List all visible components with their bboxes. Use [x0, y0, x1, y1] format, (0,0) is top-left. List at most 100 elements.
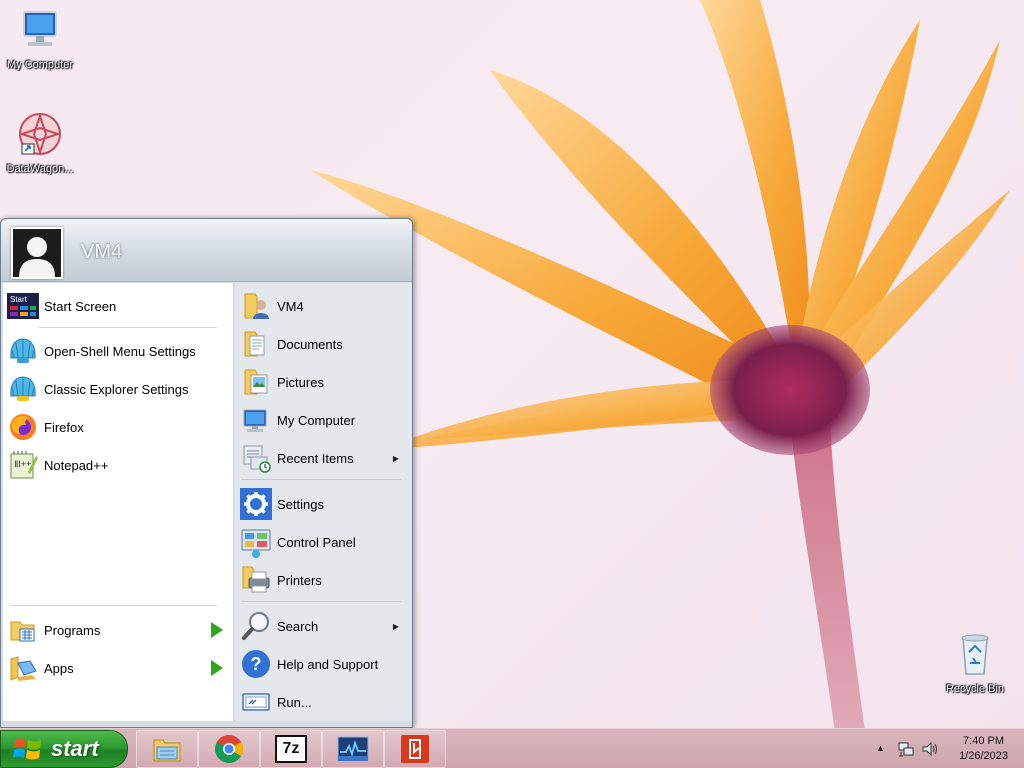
menu-item-label: Documents — [277, 336, 343, 352]
menu-item-pictures[interactable]: Pictures — [239, 365, 409, 399]
firefox-icon — [7, 411, 39, 443]
start-label: start — [51, 736, 99, 761]
menu-item-settings[interactable]: Settings — [239, 487, 409, 521]
svg-text:ⅡI++: ⅡI++ — [14, 459, 31, 469]
clock-date: 1/26/2023 — [959, 750, 1008, 762]
menu-item-firefox[interactable]: Firefox — [7, 410, 231, 444]
start-menu-left-pane: Start Start Screen Open-Shell Menu Setti… — [3, 283, 233, 721]
shell-icon — [7, 335, 39, 367]
file-explorer-icon — [153, 739, 181, 762]
documents-folder-icon — [239, 327, 273, 361]
start-menu-header: VM4 — [1, 219, 412, 282]
menu-item-label: VM4 — [277, 298, 304, 314]
menu-item-label: My Computer — [277, 412, 356, 428]
desktop-icon-my-computer[interactable]: My Computer — [0, 8, 80, 71]
menu-item-recent-items[interactable]: Recent Items ▶ — [239, 441, 409, 475]
menu-item-open-shell-settings[interactable]: Open-Shell Menu Settings — [7, 334, 231, 368]
system-clock[interactable]: 7:40 PM 1/26/2023 — [959, 734, 1008, 764]
taskbar-file-explorer[interactable] — [136, 730, 198, 768]
menu-item-programs[interactable]: Programs — [7, 613, 231, 647]
start-menu: VM4 Start Start Screen Open-Shell Menu S… — [0, 218, 413, 728]
menu-item-control-panel[interactable]: Control Panel — [239, 525, 409, 559]
menu-item-label: Printers — [277, 572, 322, 588]
recycle-bin-icon — [961, 634, 989, 675]
run-icon — [239, 685, 273, 719]
recent-items-icon — [239, 441, 273, 475]
menu-item-notepad-plus-plus[interactable]: ⅡI++ Notepad++ — [7, 448, 231, 482]
taskbar-task-manager[interactable] — [322, 730, 384, 768]
show-hidden-icons-icon[interactable]: ▲ — [876, 743, 885, 753]
submenu-arrow-icon: ▶ — [392, 453, 399, 463]
desktop-icon-label: My Computer — [6, 59, 74, 71]
menu-item-help-and-support[interactable]: ? Help and Support — [239, 647, 409, 681]
menu-item-label: Notepad++ — [44, 457, 109, 473]
pictures-folder-icon — [239, 365, 273, 399]
submenu-arrow-icon: ▶ — [392, 621, 399, 631]
svg-text:?: ? — [251, 654, 262, 674]
menu-item-label: Help and Support — [277, 656, 379, 672]
menu-item-search[interactable]: Search ▶ — [239, 609, 409, 643]
menu-item-label: Start Screen — [44, 298, 117, 314]
svg-text:Start: Start — [10, 295, 28, 304]
user-avatar-icon — [13, 229, 61, 277]
desktop-icon-recycle-bin[interactable]: Recycle Bin — [935, 630, 1015, 695]
menu-item-label: Control Panel — [277, 534, 356, 550]
start-screen-icon: Start — [7, 290, 39, 322]
user-avatar[interactable] — [11, 227, 63, 279]
computer-icon — [23, 11, 57, 46]
menu-item-start-screen[interactable]: Start Start Screen — [7, 289, 231, 323]
datawagon-icon — [18, 112, 62, 156]
gear-icon — [239, 487, 273, 521]
taskbar-7zip[interactable]: 7z — [260, 730, 322, 768]
menu-item-label: Open-Shell Menu Settings — [44, 343, 196, 359]
desktop-icon-datawagon[interactable]: DataWagon... — [0, 110, 80, 175]
notepad-plus-plus-icon: ⅡI++ — [7, 449, 39, 481]
taskbar: start 7z ▲ 7:40 PM 1/26/2023 — [0, 728, 1024, 768]
start-button[interactable]: start — [0, 730, 128, 768]
menu-item-label: Search — [277, 618, 319, 634]
menu-item-label: Settings — [277, 496, 324, 512]
menu-item-user-folder[interactable]: VM4 — [239, 289, 409, 323]
clock-time: 7:40 PM — [963, 735, 1005, 747]
menu-item-apps[interactable]: Apps — [7, 651, 231, 685]
menu-item-label: Programs — [44, 622, 101, 638]
taskbar-chrome[interactable] — [198, 730, 260, 768]
menu-separator — [11, 605, 217, 606]
menu-item-label: Run... — [277, 694, 312, 710]
user-folder-icon — [239, 289, 273, 323]
desktop-icon-label: DataWagon... — [6, 163, 74, 175]
menu-separator — [241, 479, 401, 480]
menu-item-label: Firefox — [44, 419, 84, 435]
menu-item-printers[interactable]: Printers — [239, 563, 409, 597]
expand-arrow-icon — [211, 622, 223, 638]
seven-zip-icon: 7z — [275, 735, 307, 763]
help-icon: ? — [239, 647, 273, 681]
task-manager-icon — [337, 736, 369, 761]
windows-logo-icon — [13, 738, 41, 760]
menu-item-label: Classic Explorer Settings — [44, 381, 189, 397]
user-name: VM4 — [81, 241, 123, 263]
menu-item-my-computer[interactable]: My Computer — [239, 403, 409, 437]
menu-separator — [39, 327, 217, 328]
pdf-icon — [401, 735, 429, 763]
printer-icon — [239, 563, 273, 597]
menu-separator — [241, 601, 401, 602]
desktop-icon-label: Recycle Bin — [945, 683, 1005, 695]
shell-icon — [7, 373, 39, 405]
network-icon[interactable] — [897, 740, 915, 758]
volume-icon[interactable] — [921, 740, 939, 758]
taskbar-pdf-reader[interactable] — [384, 730, 446, 768]
expand-arrow-icon — [211, 660, 223, 676]
chrome-icon — [215, 735, 243, 763]
menu-item-run[interactable]: Run... — [239, 685, 409, 719]
menu-item-label: Apps — [44, 660, 74, 676]
menu-item-classic-explorer-settings[interactable]: Classic Explorer Settings — [7, 372, 231, 406]
apps-folder-icon — [7, 652, 39, 684]
programs-folder-icon — [7, 614, 39, 646]
start-menu-right-pane: VM4 Documents Pictures My Computer Recen… — [235, 283, 412, 721]
control-panel-icon — [239, 525, 273, 559]
magnifier-icon — [239, 609, 273, 643]
menu-item-label: Pictures — [277, 374, 324, 390]
menu-item-documents[interactable]: Documents — [239, 327, 409, 361]
menu-item-label: Recent Items — [277, 450, 354, 466]
